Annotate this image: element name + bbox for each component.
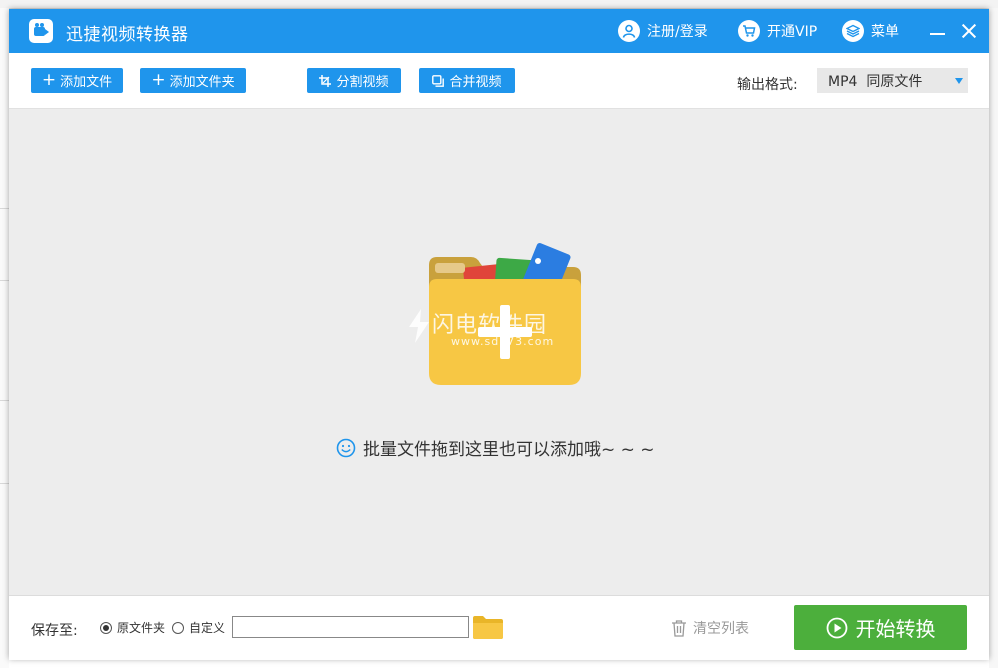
cart-icon — [738, 20, 760, 42]
drop-hint-text: 批量文件拖到这里也可以添加哦~ ~ ~ — [363, 440, 655, 460]
title-bar: 迅捷视频转换器 注册/登录 开通VIP 菜单 — [9, 9, 989, 53]
output-format-select[interactable]: MP4 同原文件 — [817, 68, 968, 93]
bottom-bar: 保存至: 原文件夹 自定义 清空列表 开始转换 — [9, 595, 989, 660]
output-format-label: 输出格式: — [737, 77, 798, 93]
watermark: 闪电软件园 www.sd173.com — [407, 307, 607, 357]
browse-folder-icon[interactable] — [473, 615, 503, 639]
layers-icon — [842, 20, 864, 42]
start-convert-button[interactable]: 开始转换 — [794, 605, 967, 650]
vip-label: 开通VIP — [767, 24, 818, 40]
plus-icon: + — [41, 70, 57, 90]
start-convert-label: 开始转换 — [855, 617, 936, 641]
background-window-right — [989, 8, 998, 668]
add-file-label: 添加文件 — [60, 75, 113, 90]
plus-icon: + — [151, 70, 166, 90]
background-window-bar — [0, 0, 998, 9]
merge-icon — [432, 74, 445, 87]
merge-video-label: 合并视频 — [449, 75, 502, 90]
radio-original-folder[interactable]: 原文件夹 — [100, 619, 165, 636]
menu-label: 菜单 — [871, 24, 899, 40]
toolbar: + 添加文件 + 添加文件夹 分割视频 合并视频 输出格式: MP4 同原文件 — [9, 53, 989, 109]
add-file-button[interactable]: + 添加文件 — [31, 68, 123, 93]
menu-button[interactable]: 菜单 — [842, 19, 899, 43]
crop-icon — [319, 74, 332, 87]
merge-video-button[interactable]: 合并视频 — [419, 68, 515, 93]
close-button[interactable] — [958, 20, 980, 42]
minimize-button[interactable] — [927, 20, 949, 42]
drop-hint: 批量文件拖到这里也可以添加哦~ ~ ~ — [336, 435, 655, 460]
add-folder-button[interactable]: + 添加文件夹 — [140, 68, 246, 93]
register-login-button[interactable]: 注册/登录 — [618, 19, 708, 43]
background-window-left — [0, 8, 9, 668]
watermark-url: www.sd173.com — [451, 335, 555, 348]
radio-custom[interactable]: 自定义 — [172, 619, 225, 636]
add-folder-label: 添加文件夹 — [169, 75, 235, 90]
radio-custom-label: 自定义 — [189, 621, 226, 635]
radio-custom-dot[interactable] — [172, 621, 184, 634]
play-icon — [826, 617, 847, 638]
drop-area[interactable]: 闪电软件园 www.sd173.com 批量文件拖到这里也可以添加哦~ ~ ~ — [9, 109, 989, 595]
vip-button[interactable]: 开通VIP — [738, 19, 817, 43]
app-logo-icon — [29, 19, 53, 43]
output-format-value: MP4 同原文件 — [828, 73, 923, 90]
lightning-icon — [409, 309, 429, 343]
radio-original-folder-dot[interactable] — [100, 621, 112, 634]
save-path-input[interactable] — [232, 616, 469, 638]
app-window: 迅捷视频转换器 注册/登录 开通VIP 菜单 + 添加文件 + 添加文件夹 分割… — [9, 9, 989, 660]
clear-list-button[interactable]: 清空列表 — [671, 618, 749, 638]
clear-list-label: 清空列表 — [693, 621, 749, 637]
register-login-label: 注册/登录 — [647, 24, 708, 40]
split-video-button[interactable]: 分割视频 — [307, 68, 401, 93]
trash-icon — [672, 619, 686, 637]
split-video-label: 分割视频 — [336, 75, 389, 90]
save-to-label: 保存至: — [31, 623, 78, 639]
app-title: 迅捷视频转换器 — [66, 25, 189, 45]
radio-original-folder-label: 原文件夹 — [117, 621, 166, 635]
user-icon — [618, 20, 640, 42]
chevron-down-icon — [955, 78, 963, 84]
smile-icon — [336, 438, 356, 457]
